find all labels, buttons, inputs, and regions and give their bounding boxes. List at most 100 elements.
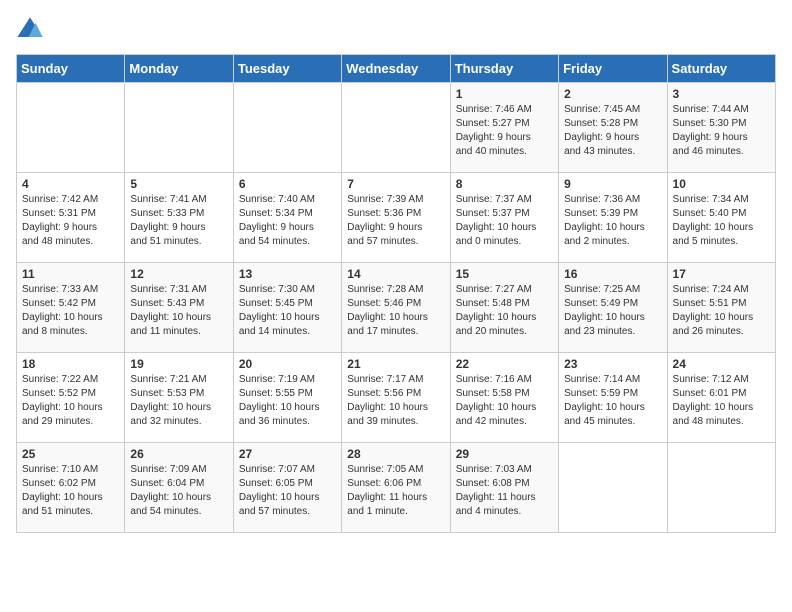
column-header-saturday: Saturday: [667, 55, 775, 83]
day-info: Sunrise: 7:28 AM Sunset: 5:46 PM Dayligh…: [347, 283, 444, 339]
column-header-tuesday: Tuesday: [233, 55, 341, 83]
column-header-wednesday: Wednesday: [342, 55, 450, 83]
day-info: Sunrise: 7:39 AM Sunset: 5:36 PM Dayligh…: [347, 193, 444, 249]
day-number: 4: [22, 177, 119, 191]
day-number: 25: [22, 447, 119, 461]
day-info: Sunrise: 7:46 AM Sunset: 5:27 PM Dayligh…: [456, 103, 553, 159]
logo-icon: [16, 16, 44, 44]
calendar-cell: 21 Sunrise: 7:17 AM Sunset: 5:56 PM Dayli…: [342, 353, 450, 443]
day-info: Sunrise: 7:10 AM Sunset: 6:02 PM Dayligh…: [22, 463, 119, 519]
calendar-cell: 18 Sunrise: 7:22 AM Sunset: 5:52 PM Dayli…: [17, 353, 125, 443]
column-header-sunday: Sunday: [17, 55, 125, 83]
calendar-table: SundayMondayTuesdayWednesdayThursdayFrid…: [16, 54, 776, 533]
day-number: 3: [673, 87, 770, 101]
day-number: 17: [673, 267, 770, 281]
day-number: 20: [239, 357, 336, 371]
calendar-cell: 16 Sunrise: 7:25 AM Sunset: 5:49 PM Dayli…: [559, 263, 667, 353]
calendar-cell: 25 Sunrise: 7:10 AM Sunset: 6:02 PM Dayli…: [17, 443, 125, 533]
calendar-cell: 20 Sunrise: 7:19 AM Sunset: 5:55 PM Dayli…: [233, 353, 341, 443]
day-number: 11: [22, 267, 119, 281]
day-info: Sunrise: 7:05 AM Sunset: 6:06 PM Dayligh…: [347, 463, 444, 519]
calendar-cell: 4 Sunrise: 7:42 AM Sunset: 5:31 PM Daylig…: [17, 173, 125, 263]
day-number: 10: [673, 177, 770, 191]
day-info: Sunrise: 7:16 AM Sunset: 5:58 PM Dayligh…: [456, 373, 553, 429]
day-info: Sunrise: 7:03 AM Sunset: 6:08 PM Dayligh…: [456, 463, 553, 519]
column-header-monday: Monday: [125, 55, 233, 83]
day-number: 2: [564, 87, 661, 101]
calendar-cell: 29 Sunrise: 7:03 AM Sunset: 6:08 PM Dayli…: [450, 443, 558, 533]
week-row-4: 18 Sunrise: 7:22 AM Sunset: 5:52 PM Dayli…: [17, 353, 776, 443]
day-number: 29: [456, 447, 553, 461]
day-number: 15: [456, 267, 553, 281]
day-info: Sunrise: 7:37 AM Sunset: 5:37 PM Dayligh…: [456, 193, 553, 249]
day-number: 21: [347, 357, 444, 371]
day-info: Sunrise: 7:14 AM Sunset: 5:59 PM Dayligh…: [564, 373, 661, 429]
calendar-cell: 28 Sunrise: 7:05 AM Sunset: 6:06 PM Dayli…: [342, 443, 450, 533]
calendar-cell: 14 Sunrise: 7:28 AM Sunset: 5:46 PM Dayli…: [342, 263, 450, 353]
week-row-5: 25 Sunrise: 7:10 AM Sunset: 6:02 PM Dayli…: [17, 443, 776, 533]
calendar-cell: 5 Sunrise: 7:41 AM Sunset: 5:33 PM Daylig…: [125, 173, 233, 263]
page-header: [16, 16, 776, 44]
week-row-3: 11 Sunrise: 7:33 AM Sunset: 5:42 PM Dayli…: [17, 263, 776, 353]
calendar-cell: 13 Sunrise: 7:30 AM Sunset: 5:45 PM Dayli…: [233, 263, 341, 353]
calendar-cell: 7 Sunrise: 7:39 AM Sunset: 5:36 PM Daylig…: [342, 173, 450, 263]
header-row: SundayMondayTuesdayWednesdayThursdayFrid…: [17, 55, 776, 83]
week-row-2: 4 Sunrise: 7:42 AM Sunset: 5:31 PM Daylig…: [17, 173, 776, 263]
day-info: Sunrise: 7:45 AM Sunset: 5:28 PM Dayligh…: [564, 103, 661, 159]
day-number: 14: [347, 267, 444, 281]
calendar-cell: 19 Sunrise: 7:21 AM Sunset: 5:53 PM Dayli…: [125, 353, 233, 443]
day-number: 13: [239, 267, 336, 281]
calendar-cell: 15 Sunrise: 7:27 AM Sunset: 5:48 PM Dayli…: [450, 263, 558, 353]
day-number: 8: [456, 177, 553, 191]
day-info: Sunrise: 7:24 AM Sunset: 5:51 PM Dayligh…: [673, 283, 770, 339]
day-info: Sunrise: 7:17 AM Sunset: 5:56 PM Dayligh…: [347, 373, 444, 429]
column-header-friday: Friday: [559, 55, 667, 83]
calendar-cell: 8 Sunrise: 7:37 AM Sunset: 5:37 PM Daylig…: [450, 173, 558, 263]
calendar-cell: 12 Sunrise: 7:31 AM Sunset: 5:43 PM Dayli…: [125, 263, 233, 353]
day-info: Sunrise: 7:31 AM Sunset: 5:43 PM Dayligh…: [130, 283, 227, 339]
calendar-cell: 10 Sunrise: 7:34 AM Sunset: 5:40 PM Dayli…: [667, 173, 775, 263]
calendar-cell: 11 Sunrise: 7:33 AM Sunset: 5:42 PM Dayli…: [17, 263, 125, 353]
day-number: 5: [130, 177, 227, 191]
calendar-cell: 3 Sunrise: 7:44 AM Sunset: 5:30 PM Daylig…: [667, 83, 775, 173]
day-number: 18: [22, 357, 119, 371]
calendar-cell: 6Sunrise: 7:40 AM Sunset: 5:34 PM Daylig…: [233, 173, 341, 263]
day-number: 7: [347, 177, 444, 191]
day-info: Sunrise: 7:09 AM Sunset: 6:04 PM Dayligh…: [130, 463, 227, 519]
day-number: 9: [564, 177, 661, 191]
day-number: 6: [239, 177, 336, 191]
column-header-thursday: Thursday: [450, 55, 558, 83]
calendar-cell: [559, 443, 667, 533]
day-number: 19: [130, 357, 227, 371]
calendar-cell: [17, 83, 125, 173]
day-info: Sunrise: 7:33 AM Sunset: 5:42 PM Dayligh…: [22, 283, 119, 339]
calendar-cell: 27Sunrise: 7:07 AM Sunset: 6:05 PM Dayli…: [233, 443, 341, 533]
day-info: Sunrise: 7:42 AM Sunset: 5:31 PM Dayligh…: [22, 193, 119, 249]
day-info: Sunrise: 7:34 AM Sunset: 5:40 PM Dayligh…: [673, 193, 770, 249]
day-number: 16: [564, 267, 661, 281]
day-number: 1: [456, 87, 553, 101]
calendar-cell: [667, 443, 775, 533]
day-info: Sunrise: 7:21 AM Sunset: 5:53 PM Dayligh…: [130, 373, 227, 429]
day-info: Sunrise: 7:22 AM Sunset: 5:52 PM Dayligh…: [22, 373, 119, 429]
day-info: Sunrise: 7:36 AM Sunset: 5:39 PM Dayligh…: [564, 193, 661, 249]
calendar-cell: 26 Sunrise: 7:09 AM Sunset: 6:04 PM Dayli…: [125, 443, 233, 533]
day-info: Sunrise: 7:44 AM Sunset: 5:30 PM Dayligh…: [673, 103, 770, 159]
day-info: Sunrise: 7:41 AM Sunset: 5:33 PM Dayligh…: [130, 193, 227, 249]
calendar-cell: 9 Sunrise: 7:36 AM Sunset: 5:39 PM Daylig…: [559, 173, 667, 263]
day-info: Sunrise: 7:27 AM Sunset: 5:48 PM Dayligh…: [456, 283, 553, 339]
day-number: 27: [239, 447, 336, 461]
calendar-cell: 23Sunrise: 7:14 AM Sunset: 5:59 PM Dayli…: [559, 353, 667, 443]
day-number: 22: [456, 357, 553, 371]
day-number: 26: [130, 447, 227, 461]
day-info: Sunrise: 7:30 AM Sunset: 5:45 PM Dayligh…: [239, 283, 336, 339]
calendar-cell: 17 Sunrise: 7:24 AM Sunset: 5:51 PM Dayli…: [667, 263, 775, 353]
calendar-cell: 22 Sunrise: 7:16 AM Sunset: 5:58 PM Dayli…: [450, 353, 558, 443]
day-number: 12: [130, 267, 227, 281]
calendar-cell: [125, 83, 233, 173]
day-number: 24: [673, 357, 770, 371]
day-info: Sunrise: 7:25 AM Sunset: 5:49 PM Dayligh…: [564, 283, 661, 339]
calendar-cell: 2 Sunrise: 7:45 AM Sunset: 5:28 PM Daylig…: [559, 83, 667, 173]
day-number: 28: [347, 447, 444, 461]
day-info: Sunrise: 7:19 AM Sunset: 5:55 PM Dayligh…: [239, 373, 336, 429]
